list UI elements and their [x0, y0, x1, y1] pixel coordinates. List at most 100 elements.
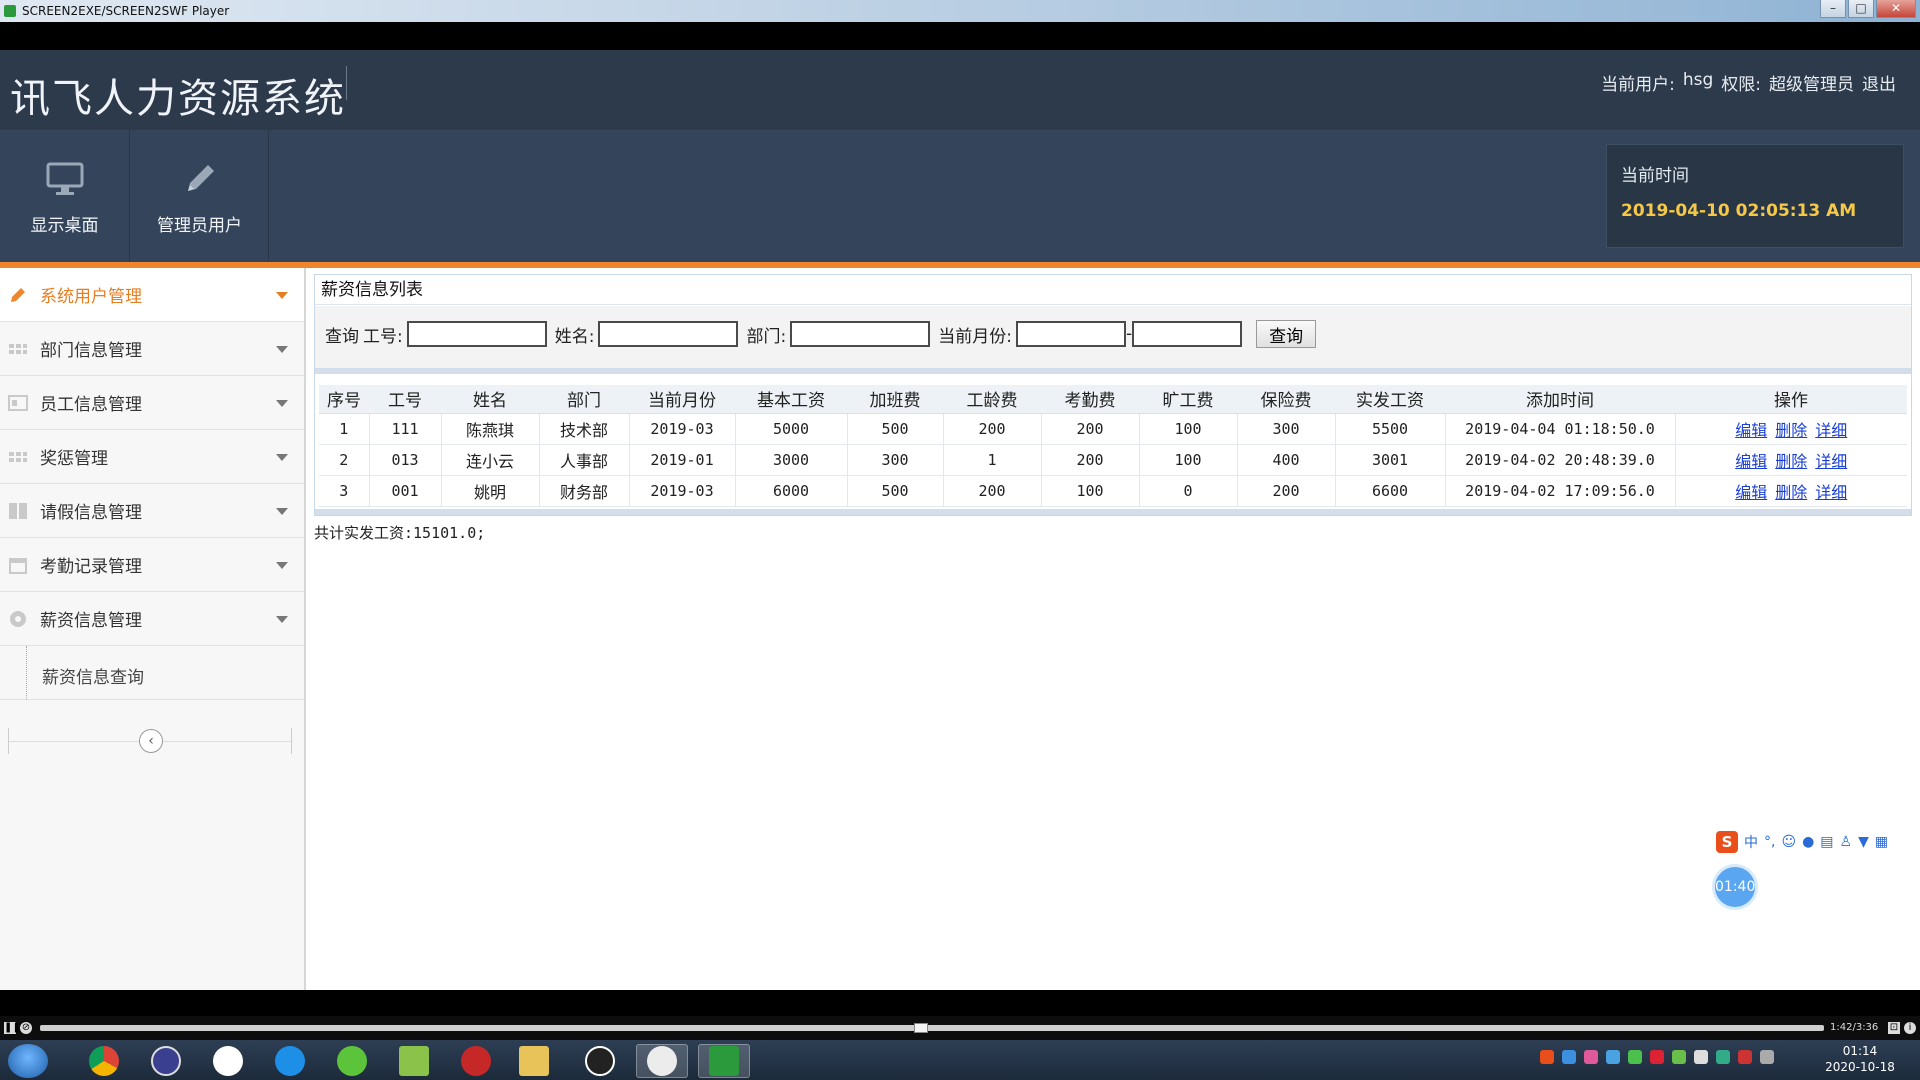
- detail-link[interactable]: 详细: [1815, 452, 1847, 471]
- stop-icon[interactable]: ⊘: [20, 1022, 32, 1034]
- emp-no-input[interactable]: [406, 321, 547, 347]
- taskbar-explorer-icon[interactable]: [508, 1044, 560, 1078]
- sidebar-item-label: 薪资信息管理: [40, 611, 142, 631]
- gear-icon: [8, 609, 28, 629]
- edit-link[interactable]: 编辑: [1735, 483, 1767, 502]
- tray-app-icon[interactable]: [1584, 1050, 1598, 1064]
- tray-monitor-icon[interactable]: [1716, 1050, 1730, 1064]
- sidebar-item-rewards[interactable]: 奖惩管理: [0, 430, 304, 484]
- sidebar-collapse-button[interactable]: ‹: [139, 729, 163, 753]
- title-separator: [346, 66, 347, 100]
- grid-icon[interactable]: ▦: [1875, 834, 1888, 850]
- window-controls: – □ ✕: [1818, 0, 1916, 18]
- sidebar-item-employees[interactable]: 员工信息管理: [0, 376, 304, 430]
- top-toolbar: 显示桌面 管理员用户 当前时间 2019-04-10 02:05:13 AM: [0, 130, 1920, 262]
- search-button[interactable]: 查询: [1256, 320, 1317, 348]
- delete-link[interactable]: 删除: [1775, 483, 1807, 502]
- taskbar-notepad-icon[interactable]: [388, 1044, 440, 1078]
- tray-volume-icon[interactable]: [1738, 1050, 1752, 1064]
- ime-punct-label[interactable]: °,: [1764, 834, 1775, 850]
- fullscreen-icon[interactable]: ⊡: [1888, 1022, 1900, 1034]
- taskbar-chrome-icon[interactable]: [78, 1044, 130, 1078]
- minimize-button[interactable]: –: [1820, 0, 1846, 18]
- taskbar-qq-browser-icon[interactable]: [264, 1044, 316, 1078]
- admin-user-button[interactable]: 管理员用户: [131, 130, 269, 262]
- hr-app: 讯飞人力资源系统 当前用户: hsg 权限: 超级管理员 退出 显示桌面 管理员…: [0, 50, 1920, 1040]
- sidebar-item-leave[interactable]: 请假信息管理: [0, 484, 304, 538]
- ime-mode-label[interactable]: 中: [1744, 832, 1758, 852]
- show-desktop-button[interactable]: 显示桌面: [0, 130, 130, 262]
- col-seniority: 工龄费: [943, 385, 1041, 414]
- name-input[interactable]: [598, 321, 739, 347]
- tray-wechat-icon[interactable]: [1628, 1050, 1642, 1064]
- detail-link[interactable]: 详细: [1815, 483, 1847, 502]
- month-end-input[interactable]: [1132, 321, 1243, 347]
- ime-toolbar[interactable]: S 中 °, ☺ ● ▤ ♙ ▼ ▦: [1712, 828, 1920, 856]
- tray-qq-icon[interactable]: [1694, 1050, 1708, 1064]
- cell-dept: 财务部: [539, 475, 630, 507]
- grid-icon: [8, 447, 28, 467]
- sidebar-subitem-salary-query[interactable]: 薪资信息查询: [0, 646, 304, 700]
- taskbar-player-icon[interactable]: [698, 1044, 750, 1078]
- start-button[interactable]: [8, 1044, 48, 1078]
- keyboard-icon[interactable]: ▤: [1820, 834, 1833, 850]
- sidebar-item-salary[interactable]: 薪资信息管理: [0, 592, 304, 646]
- chevron-down-icon: [276, 346, 288, 353]
- cell-attendance: 200: [1041, 413, 1140, 445]
- tray-display-icon[interactable]: [1760, 1050, 1774, 1064]
- cell-base: 6000: [735, 475, 848, 507]
- sidebar-item-system-users[interactable]: 系统用户管理: [0, 268, 304, 322]
- month-label: 当前月份:: [938, 326, 1012, 347]
- maximize-button[interactable]: □: [1848, 0, 1874, 18]
- cell-seniority: 200: [943, 475, 1042, 507]
- delete-link[interactable]: 删除: [1775, 452, 1807, 471]
- current-user-label: 当前用户:: [1601, 75, 1675, 95]
- cell-absence: 100: [1139, 444, 1238, 476]
- detail-link[interactable]: 详细: [1815, 421, 1847, 440]
- pause-icon[interactable]: ❚❚: [4, 1022, 21, 1034]
- windows-taskbar: 01:14 2020-10-18: [0, 1040, 1920, 1080]
- cell-added: 2019-04-04 01:18:50.0: [1445, 413, 1676, 445]
- seek-bar[interactable]: [40, 1025, 1824, 1031]
- cell-seq: 3: [319, 475, 370, 507]
- sidebar-item-label: 考勤记录管理: [40, 557, 142, 577]
- sidebar-item-departments[interactable]: 部门信息管理: [0, 322, 304, 376]
- table-bottom-bar: [315, 509, 1911, 515]
- tray-network-icon[interactable]: [1562, 1050, 1576, 1064]
- shirt-icon[interactable]: ▼: [1858, 834, 1869, 850]
- cell-base: 3000: [735, 444, 848, 476]
- edit-link[interactable]: 编辑: [1735, 421, 1767, 440]
- col-ops: 操作: [1675, 385, 1907, 414]
- tray-alert-icon[interactable]: [1650, 1050, 1664, 1064]
- month-start-input[interactable]: [1015, 321, 1126, 347]
- user-icon[interactable]: ♙: [1840, 834, 1853, 850]
- taskbar-green-app-icon[interactable]: [326, 1044, 378, 1078]
- recording-timer[interactable]: 01:40: [1712, 864, 1758, 910]
- taskbar-qq-icon[interactable]: [574, 1044, 626, 1078]
- tray-battery-icon[interactable]: [1672, 1050, 1686, 1064]
- cell-insurance: 200: [1237, 475, 1336, 507]
- emoji-icon[interactable]: ☺: [1781, 834, 1796, 850]
- tray-shield-icon[interactable]: [1606, 1050, 1620, 1064]
- sidebar: 系统用户管理 部门信息管理 员工信息管理 奖惩管理 请假信息管理 考勤记录管理: [0, 268, 306, 990]
- logout-link[interactable]: 退出: [1862, 70, 1896, 95]
- seek-thumb[interactable]: [914, 1023, 929, 1033]
- taskbar-baidu-cloud-icon[interactable]: [202, 1044, 254, 1078]
- taskbar-flash-icon[interactable]: [450, 1044, 502, 1078]
- cell-name: 姚明: [441, 475, 540, 507]
- cell-attendance: 200: [1041, 444, 1140, 476]
- taskbar-eclipse-icon[interactable]: [140, 1044, 192, 1078]
- taskbar-wechat-icon[interactable]: [636, 1044, 688, 1078]
- current-time-value: 2019-04-10 02:05:13 AM: [1621, 201, 1857, 221]
- close-button[interactable]: ✕: [1876, 0, 1916, 18]
- edit-link[interactable]: 编辑: [1735, 452, 1767, 471]
- tray-sogou-icon[interactable]: [1540, 1050, 1554, 1064]
- delete-link[interactable]: 删除: [1775, 421, 1807, 440]
- dept-input[interactable]: [790, 321, 931, 347]
- info-icon[interactable]: i: [1904, 1022, 1916, 1034]
- taskbar-clock[interactable]: 01:14 2020-10-18: [1820, 1043, 1900, 1075]
- sidebar-item-attendance[interactable]: 考勤记录管理: [0, 538, 304, 592]
- microphone-icon[interactable]: ●: [1802, 834, 1814, 850]
- col-overtime: 加班费: [847, 385, 943, 414]
- col-base: 基本工资: [735, 385, 847, 414]
